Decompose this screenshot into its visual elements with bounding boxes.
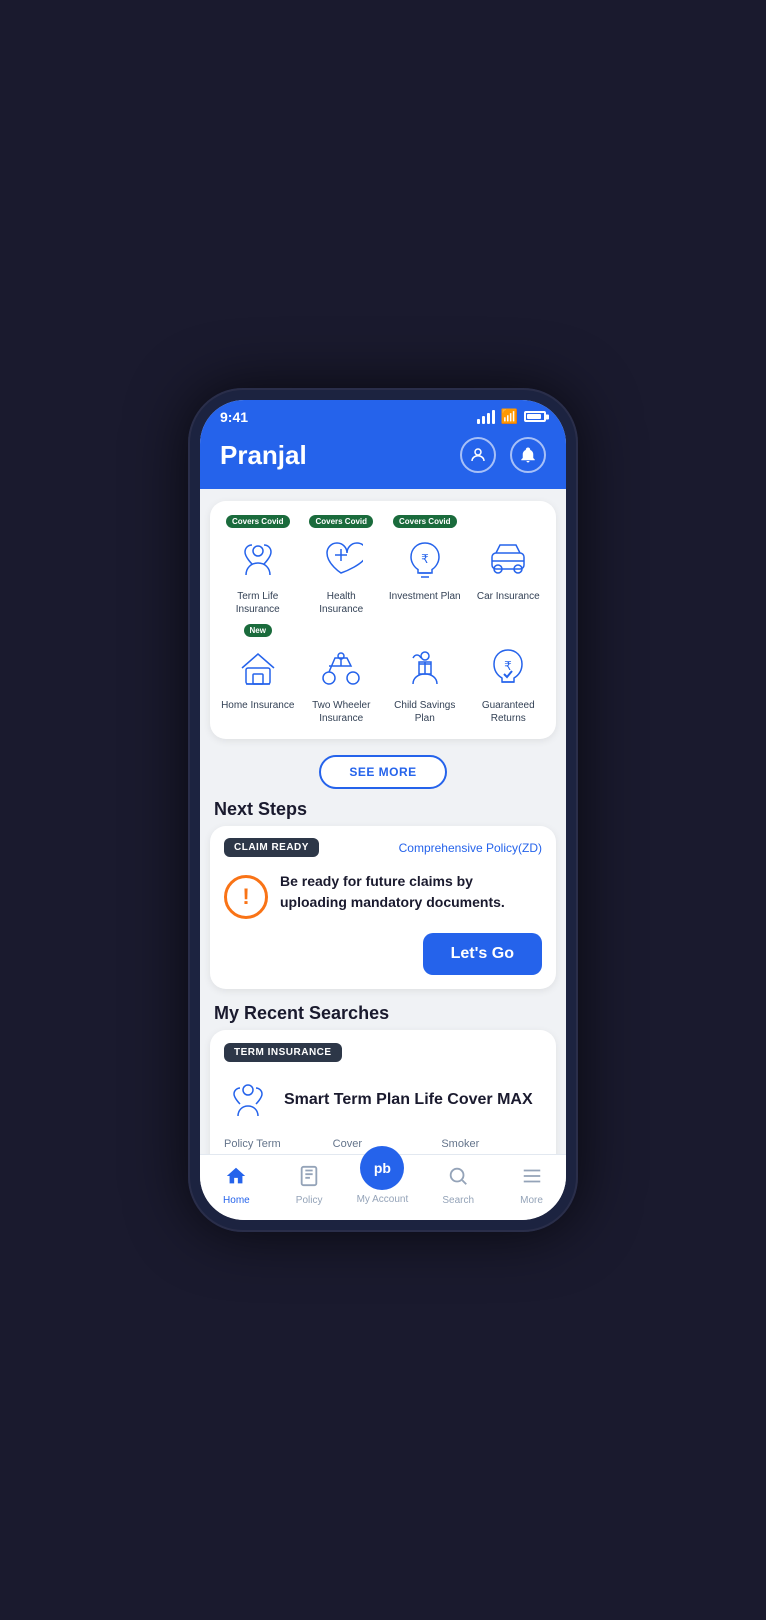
nav-my-account[interactable]: pb My Account (357, 1166, 409, 1205)
nav-more[interactable]: More (508, 1161, 555, 1210)
claim-body: ! Be ready for future claims by uploadin… (210, 865, 556, 933)
status-bar: 9:41 📶 (200, 400, 566, 429)
policy-nav-icon (298, 1165, 320, 1193)
search-nav-icon (447, 1165, 469, 1193)
car-icon (481, 532, 535, 586)
products-card: Covers Covid Term Life Insurance (210, 501, 556, 739)
svg-text:₹: ₹ (421, 552, 429, 566)
home-nav-label: Home (223, 1195, 250, 1206)
detail-smoker: Smoker NO (441, 1138, 542, 1154)
alert-icon: ! (224, 875, 268, 919)
status-icons: 📶 (477, 408, 546, 425)
nav-search[interactable]: Search (430, 1161, 486, 1210)
investment-badge: Covers Covid (393, 515, 457, 528)
investment-icon: ₹ (398, 532, 452, 586)
next-steps-title: Next Steps (200, 791, 321, 825)
wifi-icon: 📶 (501, 408, 518, 425)
phone-screen: 9:41 📶 Pranjal (200, 400, 566, 1220)
detail-policy-term: Policy Term 70 YEARS (224, 1138, 325, 1154)
guaranteed-label: Guaranteed Returns (471, 699, 547, 725)
search-card-body: Smart Term Plan Life Cover MAX (210, 1068, 556, 1130)
nav-home[interactable]: Home (211, 1161, 262, 1210)
see-more-button[interactable]: SEE MORE (319, 755, 446, 789)
product-guaranteed[interactable]: placeholder ₹ Guaranteed Returns (471, 624, 547, 725)
nav-policy[interactable]: Policy (284, 1161, 335, 1210)
term-badge: TERM INSURANCE (224, 1043, 342, 1062)
home-icon (231, 641, 285, 695)
status-time: 9:41 (220, 409, 248, 425)
health-badge: Covers Covid (309, 515, 373, 528)
policy-nav-label: Policy (296, 1195, 323, 1206)
claim-header: CLAIM READY Comprehensive Policy(ZD) (210, 826, 556, 865)
my-account-logo: pb (360, 1146, 404, 1190)
bottom-nav: Home Policy pb My Account (200, 1154, 566, 1220)
child-savings-icon (398, 641, 452, 695)
app-header: Pranjal (200, 429, 566, 489)
smoker-label: Smoker (441, 1138, 542, 1150)
term-plan-icon (224, 1076, 272, 1124)
notifications-button[interactable] (510, 437, 546, 473)
search-card-header: TERM INSURANCE (210, 1030, 556, 1068)
recent-searches-section: My Recent Searches TERM INSURANCE (200, 995, 566, 1154)
claim-text: Be ready for future claims by uploading … (280, 871, 542, 913)
product-investment[interactable]: Covers Covid ₹ Investment Plan (387, 515, 463, 616)
child-savings-label: Child Savings Plan (387, 699, 463, 725)
profile-button[interactable] (460, 437, 496, 473)
header-actions (460, 437, 546, 473)
main-scroll[interactable]: Covers Covid Term Life Insurance (200, 489, 566, 1154)
my-account-label: My Account (357, 1194, 409, 1205)
home-badge: New (244, 624, 272, 637)
two-wheeler-icon (314, 641, 368, 695)
term-life-icon (231, 532, 285, 586)
term-life-label: Term Life Insurance (220, 590, 296, 616)
lets-go-wrap: Let's Go (210, 933, 556, 989)
car-label: Car Insurance (477, 590, 540, 603)
two-wheeler-label: Two Wheeler Insurance (304, 699, 380, 725)
home-label: Home Insurance (221, 699, 294, 712)
signal-icon (477, 410, 495, 424)
product-car[interactable]: placeholder Car Insurance (471, 515, 547, 616)
home-nav-icon (225, 1165, 247, 1193)
more-nav-icon (521, 1165, 543, 1193)
search-card[interactable]: TERM INSURANCE Smart Term Plan Life Cove… (210, 1030, 556, 1154)
products-grid-row1: Covers Covid Term Life Insurance (220, 515, 546, 616)
product-home[interactable]: New Home Insurance (220, 624, 296, 725)
search-nav-label: Search (442, 1195, 474, 1206)
investment-label: Investment Plan (389, 590, 461, 603)
health-icon (314, 532, 368, 586)
more-nav-label: More (520, 1195, 543, 1206)
health-label: Health Insurance (304, 590, 380, 616)
claim-card: CLAIM READY Comprehensive Policy(ZD) ! B… (210, 826, 556, 989)
products-grid-row2: New Home Insurance (220, 624, 546, 725)
product-health[interactable]: Covers Covid Health Insurance (304, 515, 380, 616)
plan-name: Smart Term Plan Life Cover MAX (284, 1091, 533, 1109)
policy-link[interactable]: Comprehensive Policy(ZD) (399, 841, 542, 855)
phone-frame: 9:41 📶 Pranjal (188, 388, 578, 1232)
recent-searches-title: My Recent Searches (200, 995, 403, 1029)
battery-icon (524, 411, 546, 422)
guaranteed-icon: ₹ (481, 641, 535, 695)
product-child-savings[interactable]: placeholder Child Savings Plan (387, 624, 463, 725)
user-greeting: Pranjal (220, 440, 307, 471)
policy-term-label: Policy Term (224, 1138, 325, 1150)
product-term-life[interactable]: Covers Covid Term Life Insurance (220, 515, 296, 616)
claim-badge: CLAIM READY (224, 838, 319, 857)
term-life-badge: Covers Covid (226, 515, 290, 528)
product-two-wheeler[interactable]: placeholder Two Wheeler Insurance (304, 624, 380, 725)
lets-go-button[interactable]: Let's Go (423, 933, 542, 975)
